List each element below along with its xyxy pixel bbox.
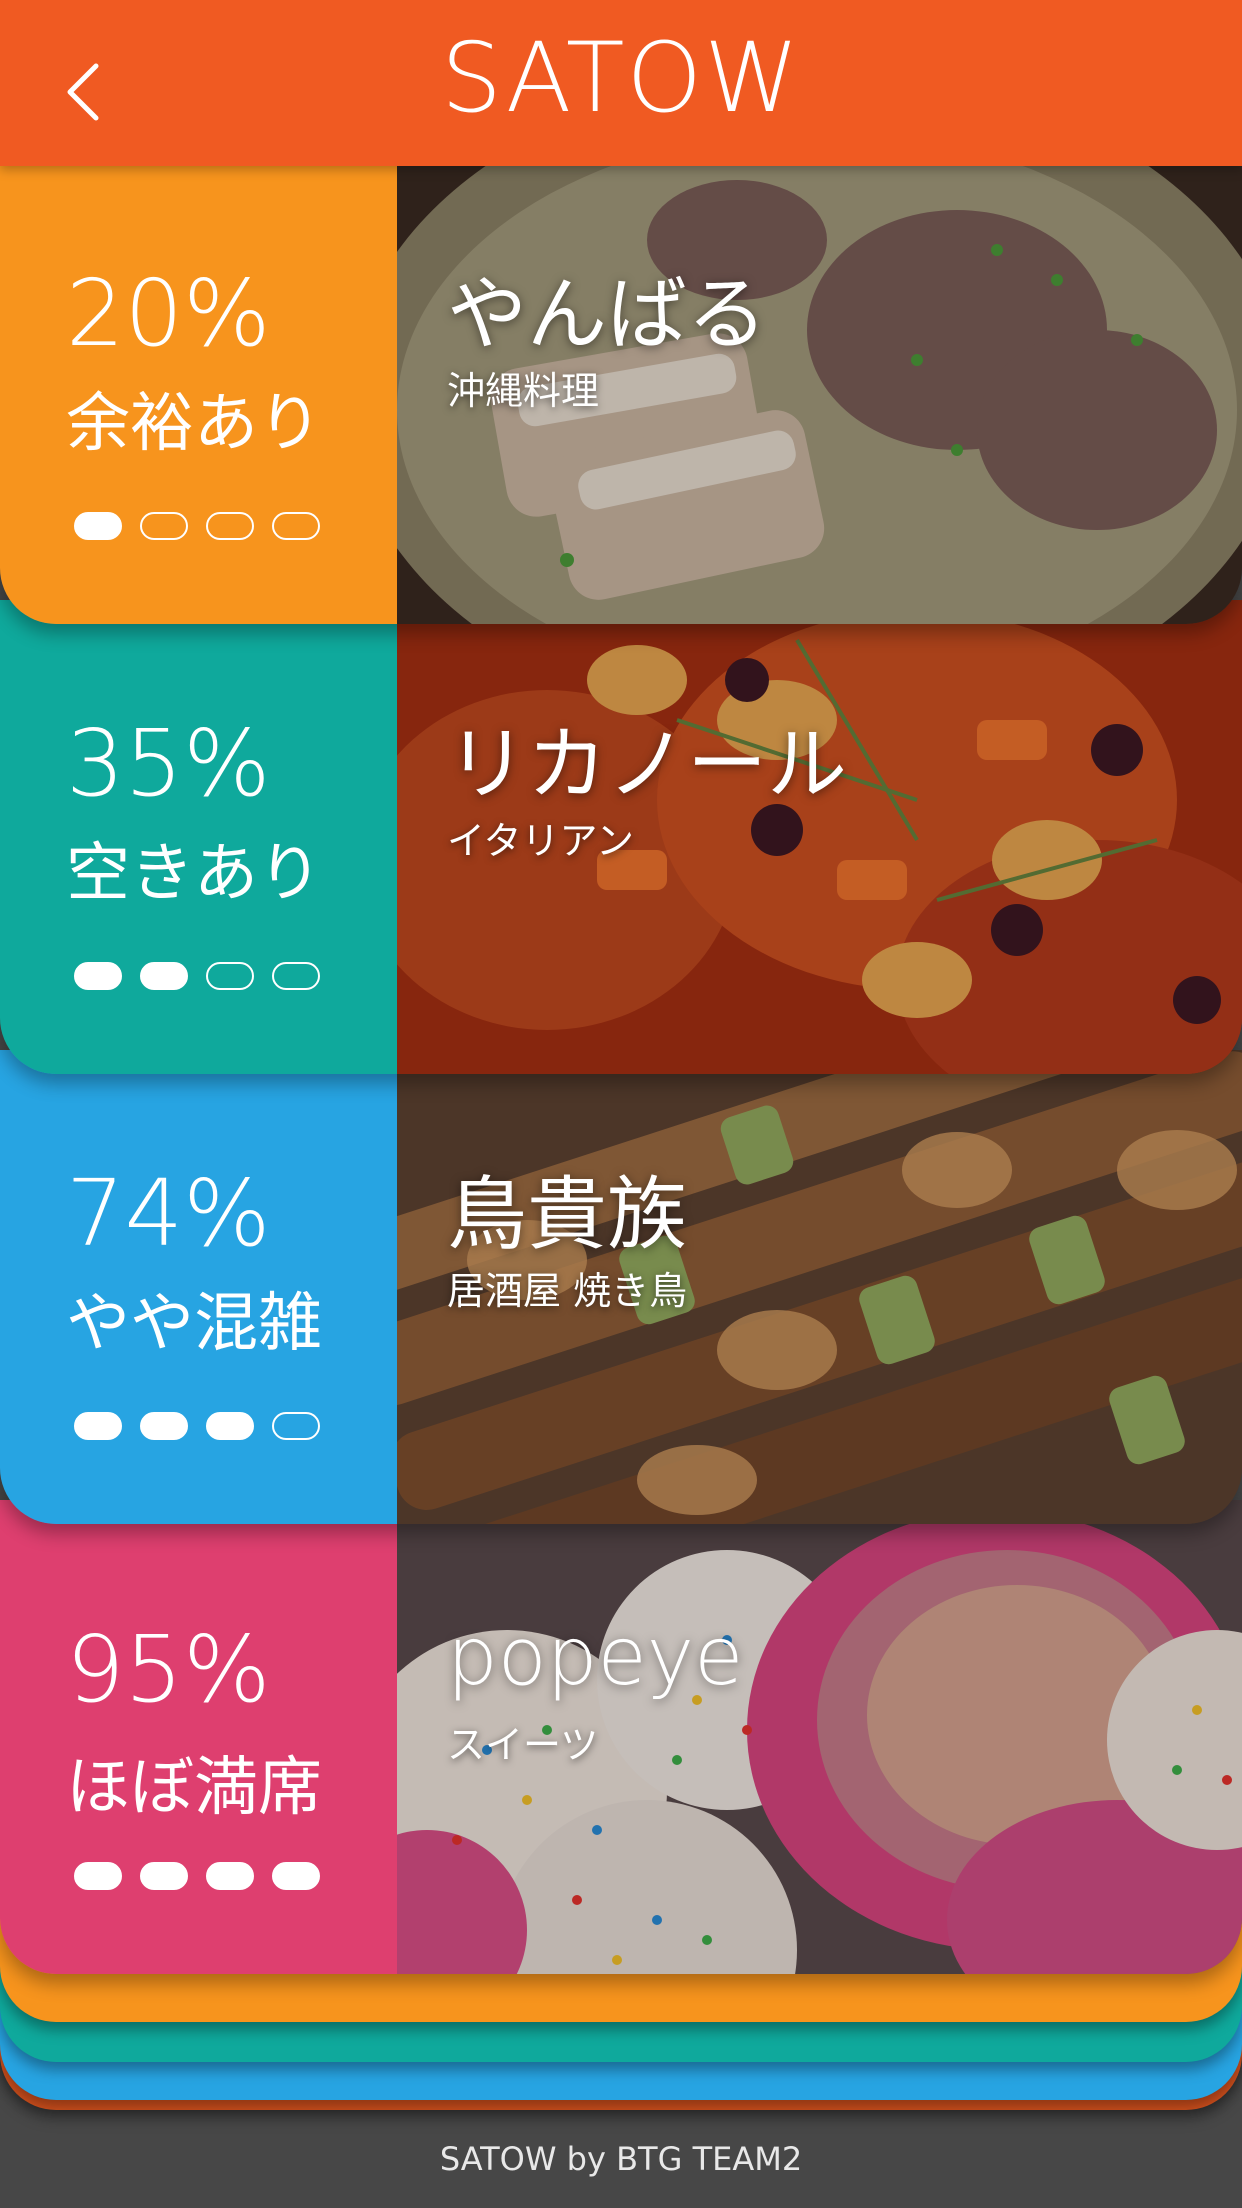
- restaurant-genre: スイーツ: [447, 1723, 599, 1767]
- italian-stew-photo: リカノール イタリアン: [397, 600, 1242, 1074]
- footer-credit: SATOW by BTG TEAM2: [439, 2140, 803, 2178]
- pork-soup-photo: やんばる 沖縄料理: [397, 150, 1242, 624]
- restaurant-genre: 沖縄料理: [447, 369, 600, 413]
- occupancy-percent: 74%: [66, 1160, 271, 1267]
- restaurant-genre: 居酒屋 焼き鳥: [447, 1269, 688, 1313]
- occupancy-dot: [272, 512, 320, 540]
- occupancy-dot: [140, 1862, 188, 1890]
- occupancy-dot: [272, 1862, 320, 1890]
- restaurant-card-torikizoku[interactable]: 74% やや混雑 鳥貴族 居酒屋 焼き鳥: [0, 1050, 1242, 1524]
- restaurant-name: やんばる: [447, 268, 767, 361]
- occupancy-panel: 35% 空きあり: [0, 600, 397, 1074]
- yakitori-photo: 鳥貴族 居酒屋 焼き鳥: [397, 1050, 1242, 1524]
- restaurant-name: リカノール: [447, 718, 847, 811]
- occupancy-dot: [272, 1412, 320, 1440]
- occupancy-dot: [74, 512, 122, 540]
- restaurant-card-popeye[interactable]: 95% ほぼ満席 popeye スイーツ: [0, 1500, 1242, 1974]
- occupancy-dot: [74, 1862, 122, 1890]
- occupancy-dot: [74, 1412, 122, 1440]
- app-header: SATOW: [0, 0, 1242, 166]
- occupancy-percent: 20%: [66, 260, 271, 367]
- restaurant-name: popeye: [447, 1610, 744, 1703]
- occupancy-dot: [140, 512, 188, 540]
- occupancy-percent: 35%: [66, 710, 271, 817]
- occupancy-dot: [74, 962, 122, 990]
- occupancy-dots: [74, 962, 320, 990]
- app-title: SATOW: [440, 22, 802, 134]
- restaurant-name: 鳥貴族: [447, 1168, 687, 1261]
- restaurant-card-yanbaru[interactable]: 20% 余裕あり やんばる 沖縄料理: [0, 150, 1242, 624]
- occupancy-dot: [272, 962, 320, 990]
- occupancy-dots: [74, 1412, 320, 1440]
- occupancy-status: やや混雑: [66, 1287, 322, 1361]
- restaurant-genre: イタリアン: [447, 819, 634, 863]
- occupancy-dot: [140, 1412, 188, 1440]
- occupancy-panel: 95% ほぼ満席: [0, 1500, 397, 1974]
- occupancy-dot: [206, 962, 254, 990]
- occupancy-percent: 95%: [66, 1616, 271, 1723]
- cake-pops-photo: popeye スイーツ: [397, 1500, 1242, 1974]
- occupancy-status: ほぼ満席: [66, 1751, 322, 1825]
- occupancy-panel: 74% やや混雑: [0, 1050, 397, 1524]
- occupancy-status: 空きあり: [66, 837, 322, 911]
- occupancy-panel: 20% 余裕あり: [0, 150, 397, 624]
- occupancy-dots: [74, 512, 320, 540]
- occupancy-dot: [206, 1412, 254, 1440]
- restaurant-card-rikanoru[interactable]: 35% 空きあり リカノール イタリアン: [0, 600, 1242, 1074]
- occupancy-dot: [140, 962, 188, 990]
- occupancy-dot: [206, 512, 254, 540]
- occupancy-dots: [74, 1862, 320, 1890]
- occupancy-status: 余裕あり: [66, 387, 322, 461]
- occupancy-dot: [206, 1862, 254, 1890]
